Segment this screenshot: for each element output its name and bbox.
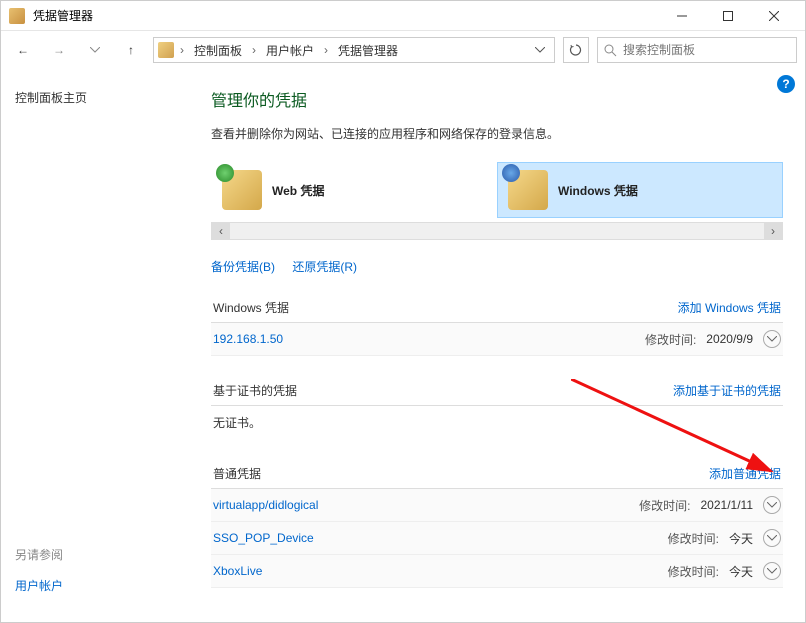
web-vault-icon <box>222 170 262 210</box>
restore-link[interactable]: 还原凭据(R) <box>292 260 357 274</box>
search-icon <box>604 44 617 57</box>
modified-label: 修改时间: <box>668 530 719 547</box>
close-button[interactable] <box>751 1 797 31</box>
app-icon <box>9 8 25 24</box>
credential-name: XboxLive <box>213 564 262 578</box>
breadcrumb-dropdown[interactable] <box>530 47 550 53</box>
credential-name: 192.168.1.50 <box>213 332 283 346</box>
section-title: Windows 凭据 <box>213 299 289 316</box>
tab-label: Windows 凭据 <box>558 182 638 199</box>
scroll-left-button[interactable]: ‹ <box>212 223 230 239</box>
section-cert-credentials: 基于证书的凭据 添加基于证书的凭据 无证书。 <box>211 376 783 439</box>
main-content: ? 管理你的凭据 查看并删除你为网站、已连接的应用程序和网络保存的登录信息。 W… <box>201 69 805 622</box>
help-icon[interactable]: ? <box>777 75 795 93</box>
sidebar-user-accounts[interactable]: 用户帐户 <box>15 577 187 594</box>
credential-row[interactable]: 192.168.1.50 修改时间: 2020/9/9 <box>211 323 783 356</box>
credential-row[interactable]: virtualapp/didlogical 修改时间: 2021/1/11 <box>211 489 783 522</box>
modified-label: 修改时间: <box>668 563 719 580</box>
up-button[interactable]: ↑ <box>117 36 145 64</box>
chevron-down-icon[interactable] <box>763 529 781 547</box>
search-box[interactable] <box>597 37 797 63</box>
section-generic-credentials: 普通凭据 添加普通凭据 virtualapp/didlogical 修改时间: … <box>211 459 783 588</box>
backup-link[interactable]: 备份凭据(B) <box>211 260 275 274</box>
scroll-right-button[interactable]: › <box>764 223 782 239</box>
recent-button[interactable] <box>81 36 109 64</box>
add-generic-credential-link[interactable]: 添加普通凭据 <box>709 465 781 482</box>
crumb-item[interactable]: 用户帐户 <box>262 40 318 61</box>
tab-web-credentials[interactable]: Web 凭据 <box>211 162 497 218</box>
crumb-item[interactable]: 控制面板 <box>190 40 246 61</box>
chevron-down-icon[interactable] <box>763 330 781 348</box>
credential-name: SSO_POP_Device <box>213 531 314 545</box>
chevron-right-icon: › <box>322 43 330 57</box>
refresh-button[interactable] <box>563 37 589 63</box>
folder-icon <box>158 42 174 58</box>
forward-button[interactable]: → <box>45 36 73 64</box>
search-input[interactable] <box>623 43 790 57</box>
modified-date: 2021/1/11 <box>701 498 754 512</box>
minimize-button[interactable] <box>659 1 705 31</box>
back-button[interactable]: ← <box>9 36 37 64</box>
modified-date: 今天 <box>729 563 753 580</box>
modified-date: 今天 <box>729 530 753 547</box>
chevron-right-icon: › <box>250 43 258 57</box>
page-description: 查看并删除你为网站、已连接的应用程序和网络保存的登录信息。 <box>211 125 783 142</box>
credential-row[interactable]: SSO_POP_Device 修改时间: 今天 <box>211 522 783 555</box>
titlebar: 凭据管理器 <box>1 1 805 31</box>
add-cert-credential-link[interactable]: 添加基于证书的凭据 <box>673 382 781 399</box>
tab-label: Web 凭据 <box>272 182 324 199</box>
credential-actions: 备份凭据(B) 还原凭据(R) <box>211 258 783 275</box>
modified-label: 修改时间: <box>639 497 690 514</box>
credential-tabs: Web 凭据 Windows 凭据 <box>211 162 783 218</box>
section-title: 基于证书的凭据 <box>213 382 297 399</box>
section-title: 普通凭据 <box>213 465 261 482</box>
chevron-down-icon[interactable] <box>763 562 781 580</box>
windows-vault-icon <box>508 170 548 210</box>
tab-windows-credentials[interactable]: Windows 凭据 <box>497 162 783 218</box>
navbar: ← → ↑ › 控制面板 › 用户帐户 › 凭据管理器 <box>1 31 805 69</box>
sidebar-home[interactable]: 控制面板主页 <box>15 89 187 106</box>
empty-message: 无证书。 <box>211 406 783 439</box>
window-title: 凭据管理器 <box>33 7 659 24</box>
credential-name: virtualapp/didlogical <box>213 498 318 512</box>
maximize-button[interactable] <box>705 1 751 31</box>
page-title: 管理你的凭据 <box>211 87 783 111</box>
sidebar: 控制面板主页 另请参阅 用户帐户 <box>1 69 201 622</box>
crumb-item[interactable]: 凭据管理器 <box>334 40 402 61</box>
chevron-right-icon: › <box>178 43 186 57</box>
section-windows-credentials: Windows 凭据 添加 Windows 凭据 192.168.1.50 修改… <box>211 293 783 356</box>
credential-row[interactable]: XboxLive 修改时间: 今天 <box>211 555 783 588</box>
modified-label: 修改时间: <box>645 331 696 348</box>
modified-date: 2020/9/9 <box>706 332 753 346</box>
add-windows-credential-link[interactable]: 添加 Windows 凭据 <box>678 299 781 316</box>
chevron-down-icon[interactable] <box>763 496 781 514</box>
horizontal-scrollbar[interactable]: ‹ › <box>211 222 783 240</box>
sidebar-see-also: 另请参阅 <box>15 546 187 563</box>
breadcrumb[interactable]: › 控制面板 › 用户帐户 › 凭据管理器 <box>153 37 555 63</box>
